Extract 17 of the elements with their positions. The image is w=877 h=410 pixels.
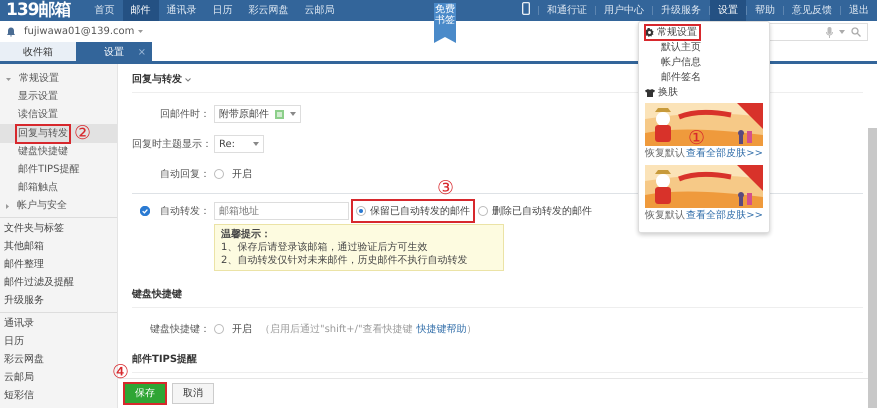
field-label: 自动回复：: [159, 168, 211, 182]
field-label: 回复时主题显示：: [132, 138, 213, 152]
hint-text: （启用后通过"shift+/"查看快捷键: [260, 322, 413, 336]
field-label: 自动转发：: [160, 204, 210, 218]
annotation-number: ①: [688, 129, 705, 148]
annotation-number: ②: [74, 124, 92, 143]
annotation-number: ④: [112, 363, 130, 382]
tip-text: 1、保存后请登录该邮箱，通过验证后方可生效: [221, 241, 428, 254]
section-title: 邮件TIPS提醒: [132, 352, 198, 367]
section-title: 回复与转发: [132, 72, 182, 87]
tip-text: 2、自动转发仅针对未来邮件，历史邮件不执行自动转发: [221, 254, 468, 267]
field-label: 键盘快捷键：: [149, 322, 211, 336]
field-label: 回邮件时：: [159, 108, 211, 122]
hint-text: ）: [466, 322, 477, 336]
annotation-number: ③: [437, 179, 454, 198]
tip-title: 温馨提示：: [221, 228, 272, 241]
section-title: 键盘快捷键: [132, 288, 182, 302]
